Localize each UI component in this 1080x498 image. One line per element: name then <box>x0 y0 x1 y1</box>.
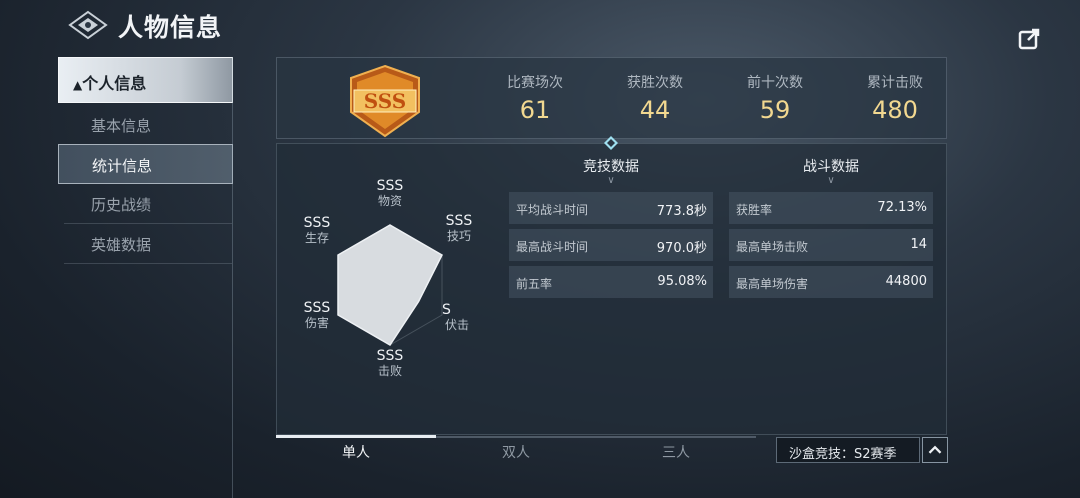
table-row: 最高战斗时间 970.0秒 <box>509 229 713 261</box>
chevron-up-icon[interactable] <box>922 437 948 463</box>
tab-solo[interactable]: 单人 <box>276 442 436 462</box>
sidebar-item-match-history[interactable]: 历史战绩 <box>58 184 233 224</box>
radar-axis-name: 技巧 <box>446 229 471 243</box>
stat-value: 44 <box>639 96 671 124</box>
stat-label: 比赛场次 <box>507 75 563 91</box>
radar-grade: S <box>442 302 451 318</box>
stat-value: 480 <box>872 96 918 124</box>
chevron-down-icon: ∨ <box>827 175 835 186</box>
stat-value: 59 <box>759 96 791 124</box>
chevron-down-icon: ∨ <box>607 175 615 186</box>
divider <box>64 263 232 264</box>
stat-matches: 比赛场次 61 <box>475 72 595 124</box>
row-label: 最高单场击败 <box>736 240 809 254</box>
row-value: 72.13% <box>877 200 927 215</box>
stat-label: 累计击败 <box>867 75 923 91</box>
badge-text: SSS <box>364 89 406 113</box>
radar-axis-name: 伤害 <box>304 316 329 330</box>
radar-area <box>337 224 443 347</box>
radar-label-kills: SSS 击败 <box>370 348 410 379</box>
radar-label-survival: SSS 生存 <box>297 215 337 246</box>
radar-grade: SSS <box>303 300 331 316</box>
sidebar-item-personal-info[interactable]: ▲个人信息 <box>58 57 233 103</box>
radar-label-damage: SSS 伤害 <box>297 300 337 331</box>
stat-label: 获胜次数 <box>627 75 683 91</box>
tab-indicator <box>276 435 436 438</box>
table-row: 最高单场伤害 44800 <box>729 266 933 298</box>
radar-grade: SSS <box>303 215 331 231</box>
radar-label-supplies: SSS 物资 <box>370 178 410 209</box>
radar-axis-name: 生存 <box>304 231 329 245</box>
table-row: 前五率 95.08% <box>509 266 713 298</box>
row-label: 前五率 <box>516 277 553 291</box>
sidebar-item-label: 个人信息 <box>82 74 147 93</box>
radar-label-skill: SSS 技巧 <box>439 213 479 244</box>
row-label: 最高单场伤害 <box>736 277 809 291</box>
stat-value: 61 <box>519 96 551 124</box>
radar-label-ambush: S 伏击 <box>437 302 477 333</box>
radar-grade: SSS <box>376 178 404 194</box>
tab-duo[interactable]: 双人 <box>436 442 596 462</box>
stat-label: 前十次数 <box>747 75 803 91</box>
row-label: 平均战斗时间 <box>516 203 589 217</box>
emblem-icon <box>68 10 108 40</box>
stat-top10: 前十次数 59 <box>715 72 835 124</box>
divider <box>232 57 233 498</box>
sidebar-item-label: 基本信息 <box>91 117 152 135</box>
diamond-icon <box>604 136 618 150</box>
sidebar-item-label: 统计信息 <box>92 157 153 175</box>
sidebar: ▲个人信息 基本信息 统计信息 历史战绩 英雄数据 <box>58 57 233 287</box>
table-row: 获胜率 72.13% <box>729 192 933 224</box>
row-value: 14 <box>910 237 927 252</box>
combat-title: 战斗数据 <box>803 159 859 175</box>
radar-axis-name: 伏击 <box>444 318 469 332</box>
table-row: 最高单场击败 14 <box>729 229 933 261</box>
row-value: 44800 <box>885 274 927 289</box>
stat-total-kills: 累计击败 480 <box>835 72 955 124</box>
tab-trio[interactable]: 三人 <box>596 442 756 462</box>
row-label: 获胜率 <box>736 203 773 217</box>
radar-axis-name: 物资 <box>377 194 402 208</box>
stat-wins: 获胜次数 44 <box>595 72 715 124</box>
radar-axis-name: 击败 <box>377 364 402 378</box>
sidebar-item-hero-data[interactable]: 英雄数据 <box>58 224 233 264</box>
row-value: 773.8秒 <box>656 204 707 219</box>
radar-grade: SSS <box>445 213 473 229</box>
chevron-up-icon: ▲ <box>73 78 83 92</box>
share-icon[interactable] <box>1014 24 1044 54</box>
competitive-title: 竞技数据 <box>583 159 639 175</box>
sss-rank-badge-icon: SSS <box>350 64 420 138</box>
row-value: 970.0秒 <box>656 241 707 256</box>
season-select[interactable]: 沙盒竞技：S2赛季 <box>776 437 920 463</box>
radar-grade: SSS <box>376 348 404 364</box>
page-title: 人物信息 <box>118 13 223 42</box>
row-value: 95.08% <box>657 274 707 289</box>
row-label: 最高战斗时间 <box>516 240 589 254</box>
sidebar-item-label: 历史战绩 <box>91 196 152 214</box>
sidebar-item-label: 英雄数据 <box>91 236 152 254</box>
season-label: 沙盒竞技：S2赛季 <box>789 447 897 462</box>
sidebar-item-stats-info[interactable]: 统计信息 <box>58 144 233 184</box>
sidebar-item-basic-info[interactable]: 基本信息 <box>58 105 233 145</box>
table-row: 平均战斗时间 773.8秒 <box>509 192 713 224</box>
